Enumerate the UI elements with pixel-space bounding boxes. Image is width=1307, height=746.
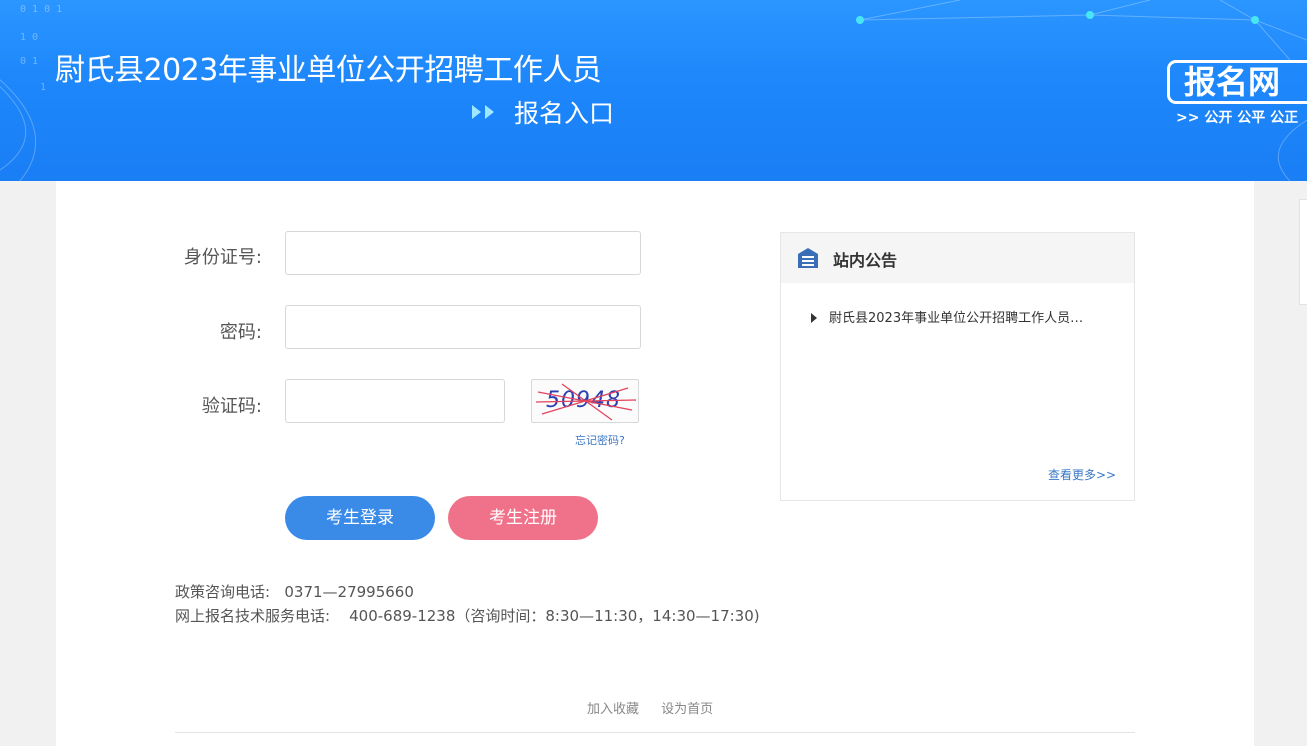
password-label: 密码: — [219, 322, 262, 343]
id-number-label: 身份证号: — [183, 247, 262, 268]
notice-header: 站内公告 — [781, 233, 1134, 283]
network-decoration: 0 1 0 1 1 0 0 1 1 — [0, 0, 1307, 181]
svg-text:1: 1 — [40, 82, 46, 93]
captcha-input[interactable] — [285, 379, 505, 423]
footer-divider — [175, 732, 1135, 733]
notice-title: 站内公告 — [833, 251, 898, 270]
svg-text:0 1: 0 1 — [20, 56, 38, 67]
footer-links: 加入收藏 设为首页 — [587, 698, 731, 717]
notice-icon — [798, 248, 818, 268]
header-banner: 0 1 0 1 1 0 0 1 1 尉氏县2023年事业单位公开招聘工作人员 报… — [0, 0, 1307, 181]
side-tab — [1299, 199, 1307, 305]
notice-box: 站内公告 尉氏县2023年事业单位公开招聘工作人员… 查看更多>> — [780, 232, 1135, 501]
entry-heading: 报名入口 — [472, 94, 614, 130]
double-arrow-icon — [472, 105, 494, 119]
logo-tagline: >> 公开 公平 公正 — [1176, 110, 1299, 126]
register-button[interactable]: 考生注册 — [448, 496, 598, 540]
set-homepage-link[interactable]: 设为首页 — [661, 702, 713, 717]
view-more-link[interactable]: 查看更多>> — [1048, 466, 1116, 483]
forgot-password-link[interactable]: 忘记密码? — [575, 432, 625, 448]
notice-item[interactable]: 尉氏县2023年事业单位公开招聘工作人员… — [811, 307, 1083, 326]
notice-item-text[interactable]: 尉氏县2023年事业单位公开招聘工作人员… — [829, 311, 1083, 326]
page-title: 尉氏县2023年事业单位公开招聘工作人员 — [55, 53, 602, 88]
password-input[interactable] — [285, 305, 641, 349]
policy-phone: 政策咨询电话: 0371—27995660 — [175, 583, 414, 601]
id-number-input[interactable] — [285, 231, 641, 275]
tech-support-phone: 网上报名技术服务电话: 400-689-1238（咨询时间：8:30—11:30… — [175, 607, 760, 625]
svg-text:0 1 0 1: 0 1 0 1 — [20, 4, 62, 15]
add-favorite-link[interactable]: 加入收藏 — [587, 702, 639, 717]
bullet-triangle-icon — [811, 313, 817, 323]
captcha-noise — [535, 383, 637, 421]
site-logo: 报名网 — [1167, 60, 1307, 104]
login-button[interactable]: 考生登录 — [285, 496, 435, 540]
captcha-image[interactable]: 50948 — [531, 379, 639, 423]
entry-label: 报名入口 — [513, 99, 614, 128]
svg-text:1 0: 1 0 — [20, 32, 38, 43]
captcha-label: 验证码: — [201, 396, 262, 417]
